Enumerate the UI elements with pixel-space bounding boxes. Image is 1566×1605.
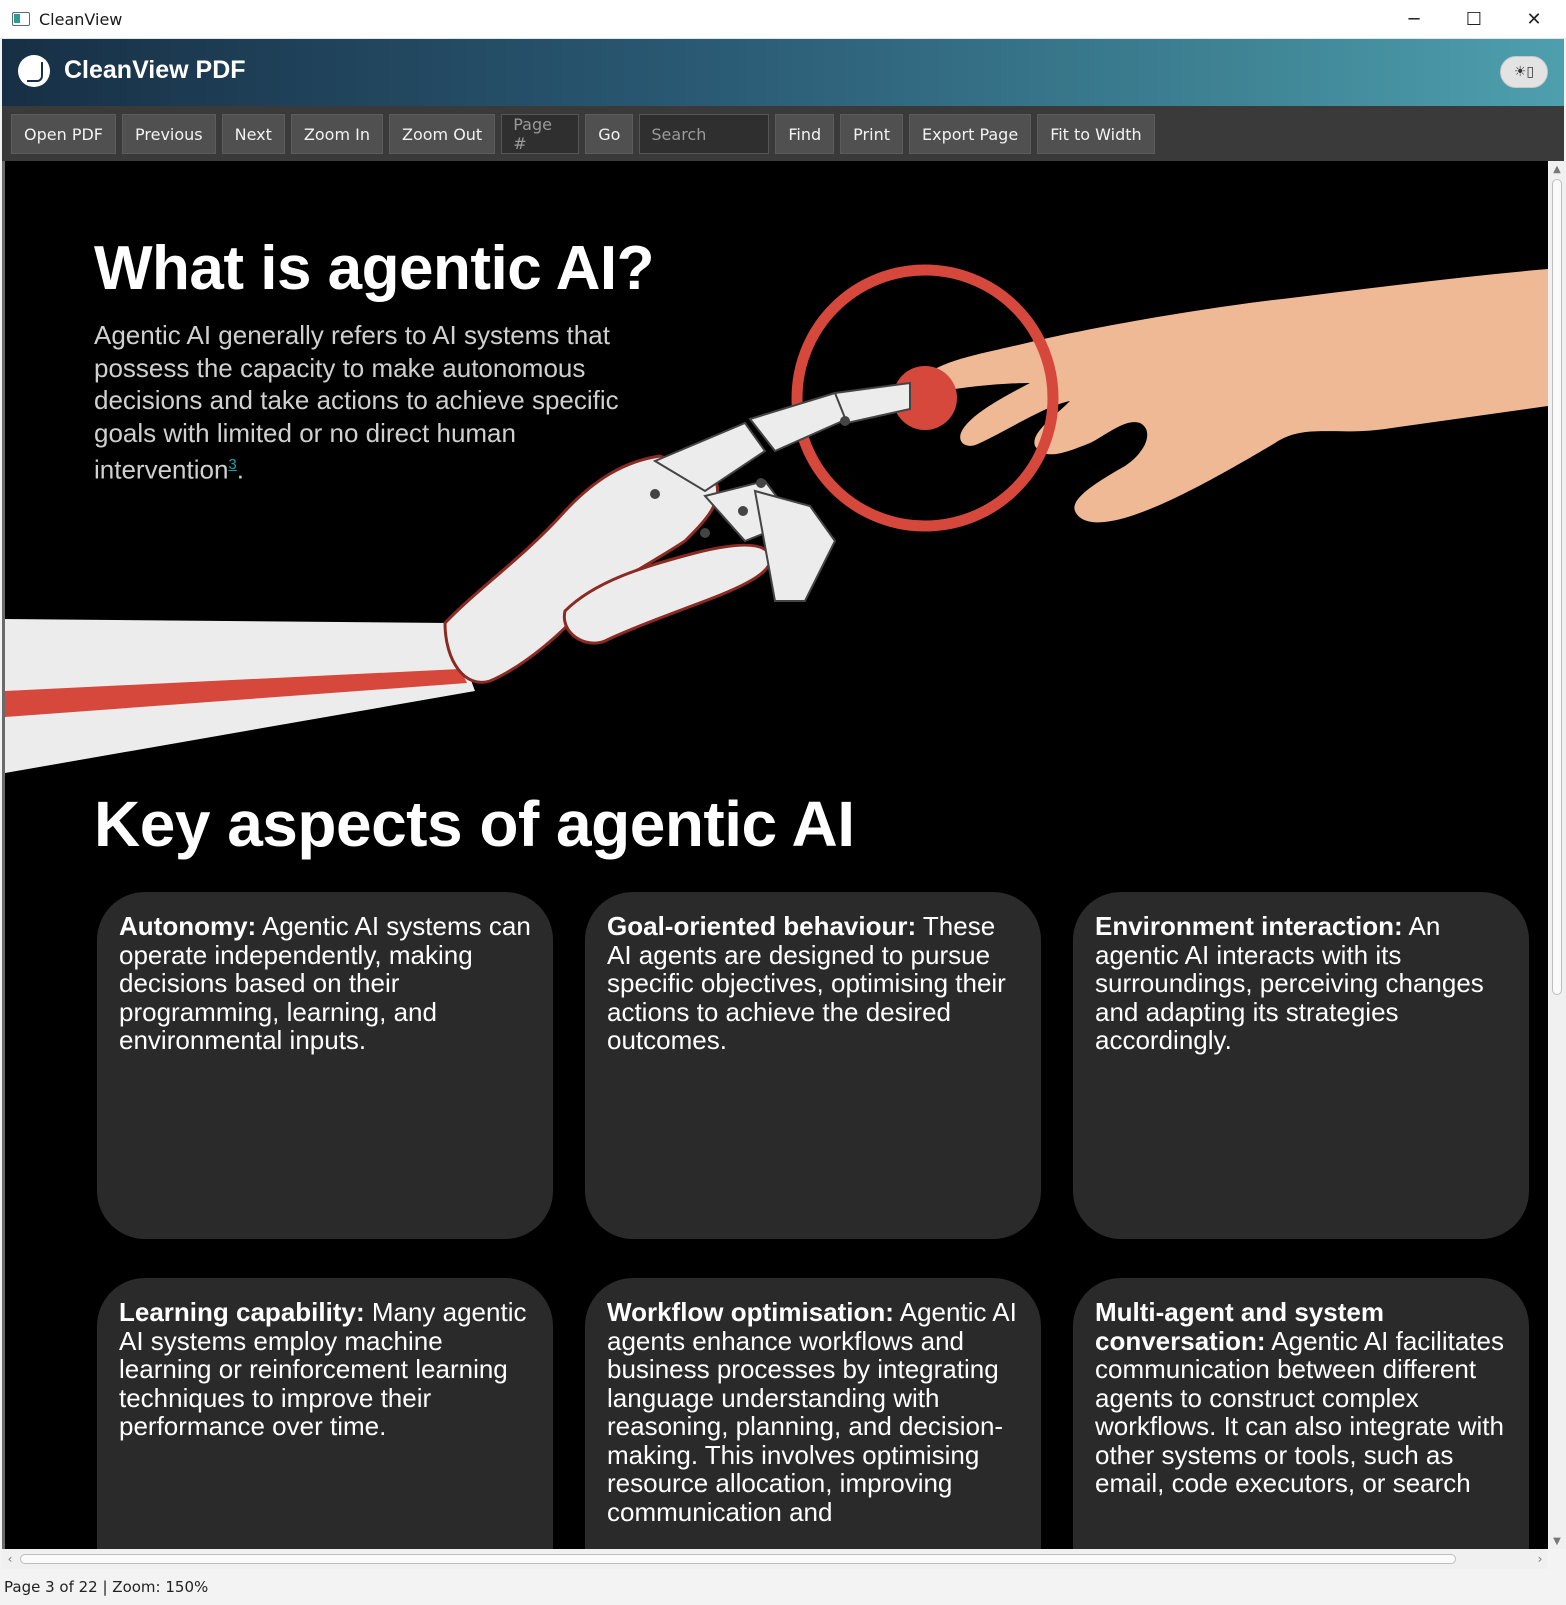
intro-end: .: [236, 454, 244, 485]
find-button[interactable]: Find: [775, 114, 835, 154]
intro-paragraph: Agentic AI generally refers to AI system…: [94, 319, 634, 486]
pdf-viewer[interactable]: What is agentic AI? Agentic AI generally…: [2, 161, 1548, 1549]
search-input[interactable]: Search: [639, 114, 770, 154]
maximize-button[interactable]: ☐: [1444, 0, 1504, 38]
app-header: CleanView PDF ☀▯: [2, 39, 1564, 106]
card-term: Workflow optimisation:: [607, 1297, 894, 1327]
open-pdf-button[interactable]: Open PDF: [11, 114, 116, 154]
card-term: Learning capability:: [119, 1297, 365, 1327]
fit-to-width-button[interactable]: Fit to Width: [1037, 114, 1155, 154]
horizontal-scrollbar[interactable]: ‹ ›: [2, 1549, 1548, 1569]
window-title: CleanView: [39, 10, 123, 29]
robot-ring-finger: [753, 489, 837, 602]
status-text: Page 3 of 22 | Zoom: 150%: [4, 1578, 209, 1596]
status-bar: Page 3 of 22 | Zoom: 150%: [2, 1569, 1566, 1605]
close-button[interactable]: ✕: [1504, 0, 1564, 38]
scroll-up-arrow-icon[interactable]: ▲: [1548, 161, 1566, 177]
aspect-card-workflow: Workflow optimisation: Agentic AI agents…: [585, 1278, 1041, 1549]
window-titlebar: CleanView ─ ☐ ✕: [0, 0, 1566, 39]
aspect-card-environment: Environment interaction: An agentic AI i…: [1073, 892, 1529, 1239]
page-number-input[interactable]: Page #: [501, 114, 580, 154]
card-term: Autonomy:: [119, 911, 257, 941]
card-term: Environment interaction:: [1095, 911, 1403, 941]
app-icon: [12, 12, 30, 26]
aspect-card-autonomy: Autonomy: Agentic AI systems can operate…: [97, 892, 553, 1239]
theme-toggle-button[interactable]: ☀▯: [1500, 56, 1548, 88]
go-button[interactable]: Go: [585, 114, 634, 154]
toolbar: Open PDF Previous Next Zoom In Zoom Out …: [2, 106, 1564, 161]
vertical-scrollbar[interactable]: ▲ ▼: [1548, 161, 1566, 1549]
minimize-button[interactable]: ─: [1384, 0, 1444, 38]
app-brand: CleanView PDF: [64, 56, 246, 84]
vertical-scroll-thumb[interactable]: [1552, 179, 1562, 995]
footnote-link[interactable]: 3: [228, 456, 236, 473]
export-page-button[interactable]: Export Page: [908, 114, 1032, 154]
page-heading: What is agentic AI?: [94, 234, 655, 303]
previous-page-button[interactable]: Previous: [122, 114, 216, 154]
card-term: Goal-oriented behaviour:: [607, 911, 917, 941]
card-text: Agentic AI agents enhance workflows and …: [607, 1297, 1017, 1527]
section-heading: Key aspects of agentic AI: [94, 788, 855, 860]
aspect-card-goal-oriented: Goal-oriented behaviour: These AI agents…: [585, 892, 1041, 1239]
next-page-button[interactable]: Next: [221, 114, 285, 154]
scroll-down-arrow-icon[interactable]: ▼: [1548, 1533, 1566, 1549]
aspect-card-learning: Learning capability: Many agentic AI sys…: [97, 1278, 553, 1549]
zoom-out-button[interactable]: Zoom Out: [388, 114, 496, 154]
app-logo-icon: [18, 55, 50, 87]
aspect-card-multi-agent: Multi-agent and system conversation: Age…: [1073, 1278, 1529, 1549]
intro-text: Agentic AI generally refers to AI system…: [94, 320, 619, 485]
horizontal-scroll-thumb[interactable]: [20, 1554, 1456, 1564]
scroll-left-arrow-icon[interactable]: ‹: [2, 1549, 18, 1569]
print-button[interactable]: Print: [840, 114, 903, 154]
scroll-right-arrow-icon[interactable]: ›: [1532, 1549, 1548, 1569]
zoom-in-button[interactable]: Zoom In: [290, 114, 383, 154]
